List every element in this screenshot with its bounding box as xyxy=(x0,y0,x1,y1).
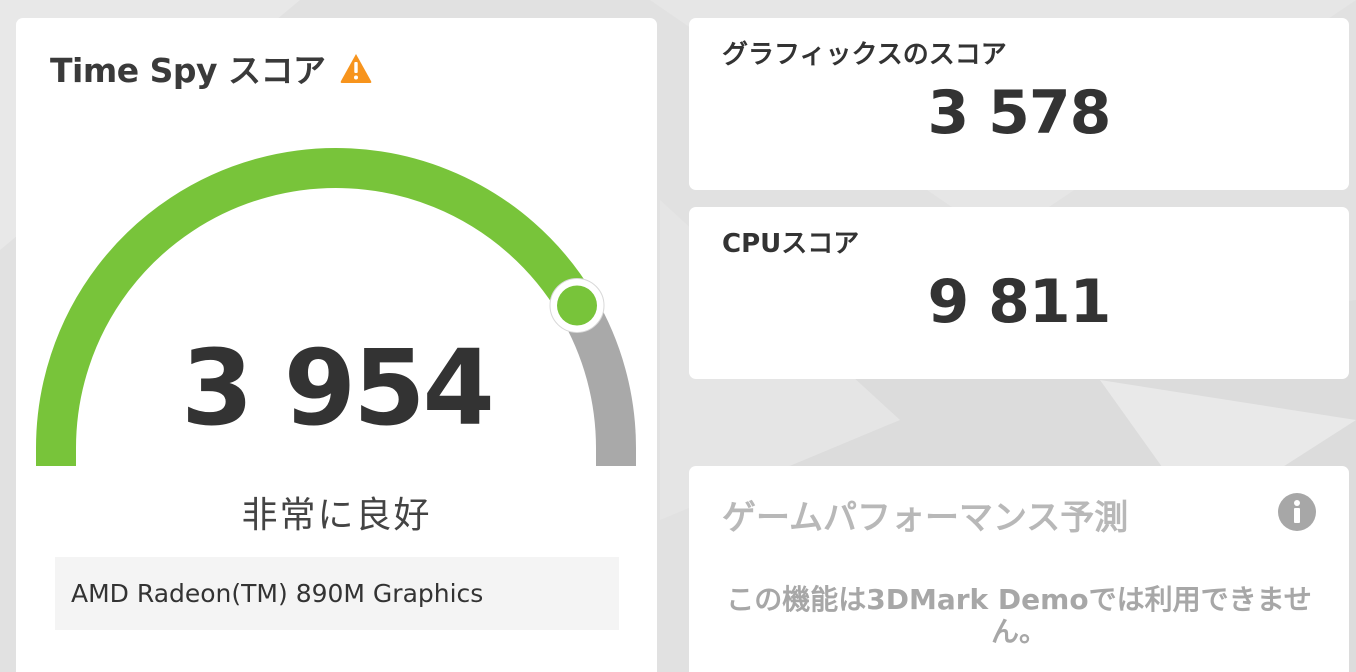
time-spy-score-card: Time Spy スコア 3 954 非常に良好 AMD Radeon(TM) … xyxy=(16,18,657,672)
gpu-name-box: AMD Radeon(TM) 890M Graphics xyxy=(55,557,619,630)
game-performance-title: ゲームパフォーマンス予測 xyxy=(722,498,1129,538)
graphics-score-label: グラフィックスのスコア xyxy=(722,40,1007,70)
graphics-score-value: 3 578 xyxy=(927,78,1112,148)
overall-score: 3 954 xyxy=(181,327,495,449)
info-icon[interactable] xyxy=(1278,493,1316,531)
graphics-score-card: グラフィックスのスコア 3 578 xyxy=(689,18,1349,190)
game-performance-message: この機能は3DMark Demoでは利用できません。 xyxy=(726,583,1312,648)
cpu-score-value: 9 811 xyxy=(927,267,1112,337)
cpu-score-card: CPUスコア 9 811 xyxy=(689,207,1349,379)
gpu-name: AMD Radeon(TM) 890M Graphics xyxy=(71,579,484,608)
game-performance-card: ゲームパフォーマンス予測 この機能は3DMark Demoでは利用できません。 xyxy=(689,466,1349,672)
gauge-indicator-dot xyxy=(557,285,598,326)
cpu-score-label: CPUスコア xyxy=(722,229,860,259)
score-rating: 非常に良好 xyxy=(241,495,432,536)
